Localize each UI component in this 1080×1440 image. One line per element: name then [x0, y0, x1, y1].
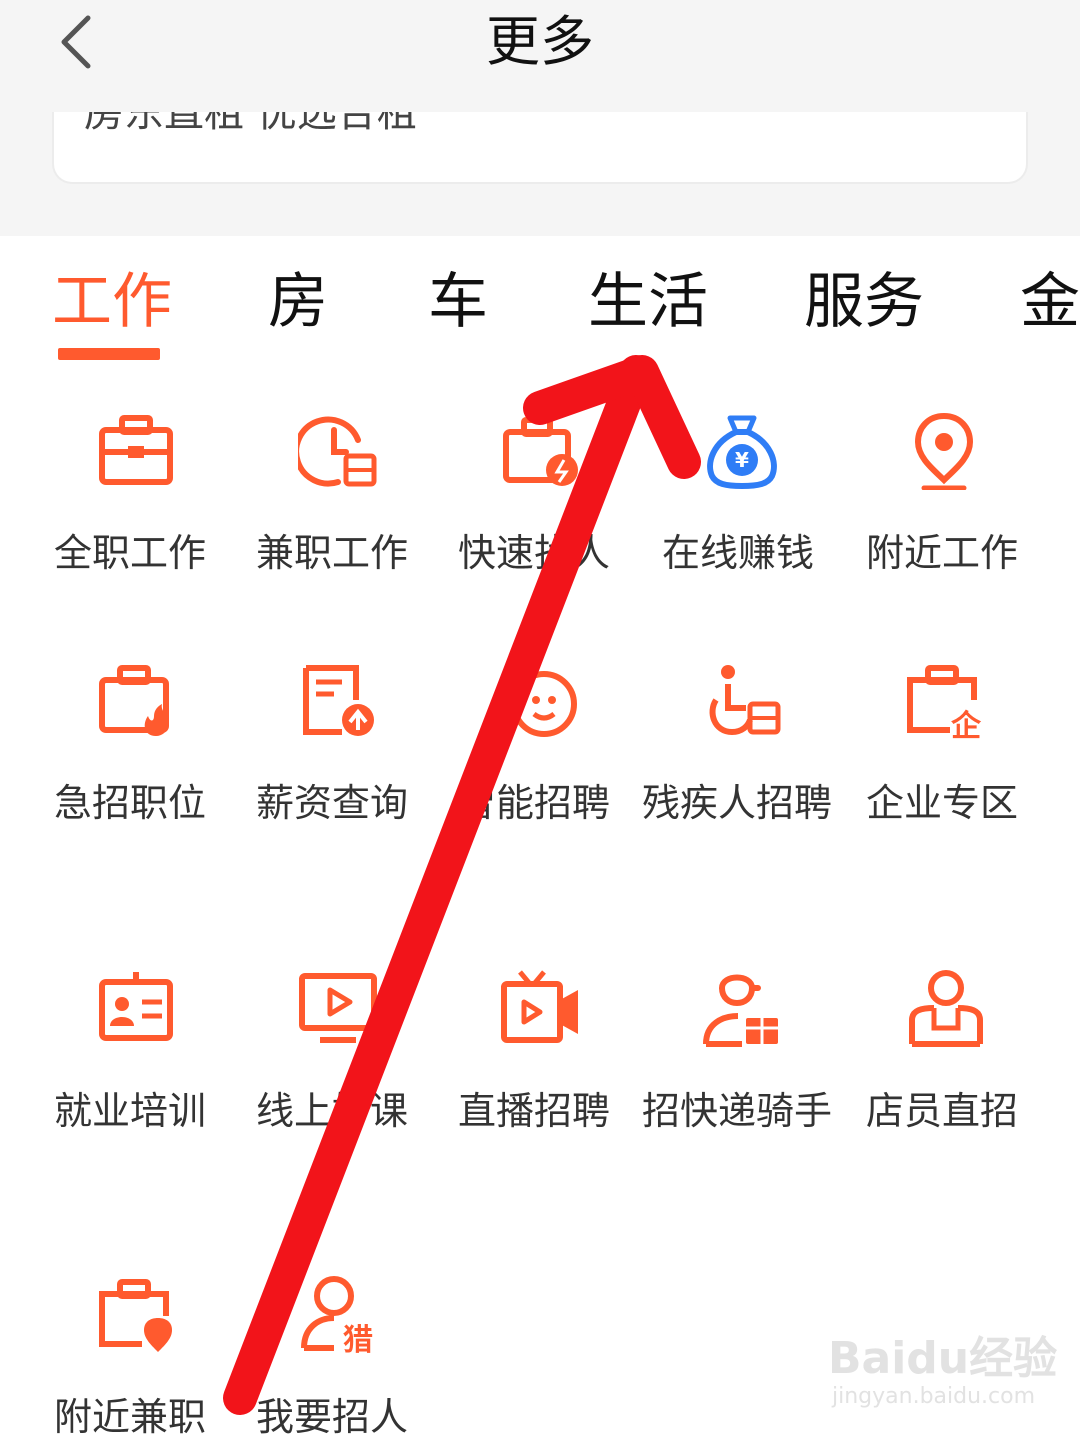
grid-label: 智能招聘 — [458, 781, 611, 825]
grid-label: 急招职位 — [54, 781, 207, 825]
page-title: 更多 — [486, 10, 594, 73]
grid-label: 线上好课 — [256, 1089, 409, 1133]
grid-item-online-courses[interactable]: 线上好课 — [238, 968, 438, 1140]
grid-item-courier-hiring[interactable]: 招快递骑手 — [642, 968, 842, 1140]
fire-briefcase-icon — [99, 665, 169, 736]
grid-item-enterprise-zone[interactable]: 企 企业专区 — [844, 660, 1044, 832]
enterprise-briefcase-icon: 企 — [907, 665, 982, 740]
search-card[interactable]: 房东直租 优选合租 — [52, 112, 1028, 184]
grid-item-nearby-parttime[interactable]: 附近兼职 — [36, 1274, 236, 1440]
grid-item-salary-query[interactable]: 薪资查询 — [238, 660, 438, 832]
grid-item-live-hiring[interactable]: 直播招聘 — [440, 968, 640, 1140]
tab-car[interactable]: 车 — [428, 266, 488, 338]
id-card-icon — [99, 972, 173, 1041]
grid-label: 附近兼职 — [54, 1395, 207, 1439]
courier-icon — [703, 974, 778, 1047]
grid-item-quick-hire[interactable]: 快速找人 — [440, 410, 640, 582]
grid-label: 直播招聘 — [458, 1089, 611, 1133]
grid-label: 招快递骑手 — [642, 1089, 833, 1133]
header-area: 房东直租 优选合租 更多 — [0, 0, 1080, 236]
watermark-logo: Baidu经验 — [828, 1333, 1058, 1384]
tab-work[interactable]: 工作 — [52, 266, 172, 338]
location-briefcase-icon — [99, 1279, 172, 1352]
grid-item-online-earn[interactable]: ¥ 在线赚钱 — [642, 410, 842, 582]
wheelchair-icon — [709, 665, 781, 736]
grid-label: 在线赚钱 — [662, 531, 815, 575]
grid-item-smart-hiring[interactable]: 智能招聘 — [440, 660, 640, 832]
grid-label: 企业专区 — [866, 781, 1019, 825]
grid-label: 全职工作 — [54, 531, 207, 575]
lightning-briefcase-icon — [503, 417, 578, 486]
grid-item-fulltime-job[interactable]: 全职工作 — [36, 410, 236, 582]
grid-label: 薪资查询 — [256, 781, 409, 825]
category-tabs: 工作 房 车 生活 服务 金 — [0, 236, 1080, 366]
grid-item-i-want-hire[interactable]: 猎 我要招人 — [238, 1274, 438, 1440]
search-card-text: 房东直租 优选合租 — [84, 112, 417, 136]
grid-label: 店员直招 — [866, 1089, 1019, 1133]
live-tv-icon — [501, 970, 578, 1043]
grid-item-parttime-job[interactable]: 兼职工作 — [238, 410, 438, 582]
robot-icon — [511, 671, 577, 737]
grid-item-job-training[interactable]: 就业培训 — [36, 968, 236, 1140]
tab-life[interactable]: 生活 — [588, 266, 708, 338]
briefcase-icon — [99, 415, 173, 485]
grid-label: 快速找人 — [458, 531, 611, 575]
clock-briefcase-icon — [298, 416, 377, 487]
grid-item-urgent-jobs[interactable]: 急招职位 — [36, 660, 236, 832]
grid-label: 附近工作 — [866, 531, 1019, 575]
tab-service[interactable]: 服务 — [804, 266, 924, 338]
location-pin-icon — [914, 412, 974, 490]
tab-house[interactable]: 房 — [268, 266, 328, 338]
grid-label: 我要招人 — [256, 1395, 409, 1439]
svg-text:企: 企 — [951, 709, 982, 740]
grid-item-disabled-hiring[interactable]: 残疾人招聘 — [642, 660, 842, 832]
shop-assistant-icon — [909, 970, 983, 1047]
money-bag-icon: ¥ — [707, 415, 777, 490]
svg-text:猎: 猎 — [343, 1323, 373, 1354]
video-monitor-icon — [299, 973, 377, 1043]
grid-item-shop-assistant[interactable]: 店员直招 — [844, 968, 1044, 1140]
grid-item-nearby-work[interactable]: 附近工作 — [844, 410, 1044, 582]
grid-label: 残疾人招聘 — [642, 781, 833, 825]
tab-finance[interactable]: 金 — [1020, 266, 1080, 338]
grid-label: 就业培训 — [54, 1089, 207, 1133]
baidu-watermark: Baidu经验 jingyan.baidu.com — [828, 1322, 1057, 1418]
nav-bar: 更多 — [0, 0, 1080, 112]
active-tab-indicator — [58, 348, 160, 360]
headhunter-icon: 猎 — [301, 1276, 373, 1354]
svg-text:¥: ¥ — [735, 448, 749, 472]
salary-document-icon — [303, 665, 374, 736]
watermark-url: jingyan.baidu.com — [832, 1384, 1036, 1409]
grid-label: 兼职工作 — [256, 531, 409, 575]
